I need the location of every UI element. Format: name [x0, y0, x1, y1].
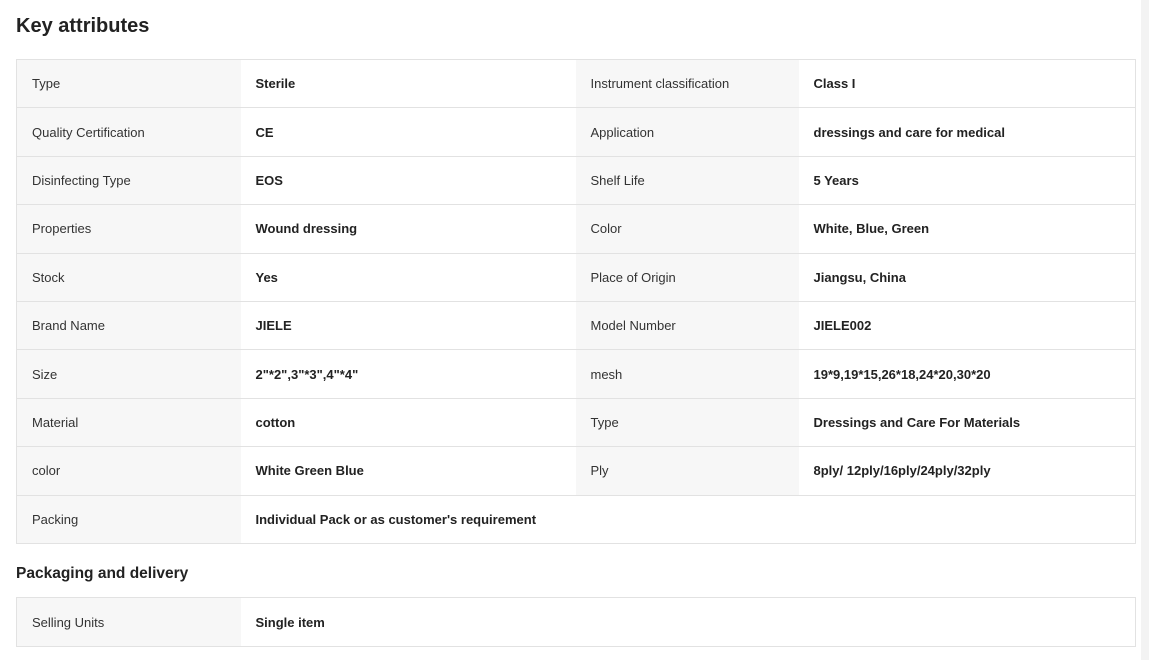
- attribute-label: Disinfecting Type: [16, 155, 241, 206]
- page-scroll-rail: [1141, 0, 1149, 660]
- attribute-label: Place of Origin: [575, 252, 799, 302]
- attribute-label: Shelf Life: [575, 155, 799, 206]
- attribute-label: Selling Units: [16, 597, 241, 647]
- table-row: Type Sterile Instrument classification C…: [16, 58, 1136, 109]
- table-row: Disinfecting Type EOS Shelf Life 5 Years: [16, 155, 1136, 206]
- table-row: Packing Individual Pack or as customer's…: [16, 494, 1136, 544]
- attribute-value: Sterile: [240, 58, 576, 109]
- attribute-value: Yes: [240, 252, 576, 302]
- attribute-value: 8ply/ 12ply/16ply/24ply/32ply: [798, 446, 1136, 496]
- attribute-label: Ply: [575, 446, 799, 496]
- table-row: Stock Yes Place of Origin Jiangsu, China: [16, 252, 1136, 302]
- table-row: Properties Wound dressing Color White, B…: [16, 204, 1136, 254]
- attribute-label: Instrument classification: [575, 58, 799, 109]
- attribute-value: Jiangsu, China: [798, 252, 1136, 302]
- attribute-value: dressings and care for medical: [798, 107, 1136, 157]
- attribute-value: cotton: [240, 397, 576, 448]
- packaging-title: Packaging and delivery: [16, 565, 189, 582]
- packaging-table: Selling Units Single item: [16, 597, 1137, 647]
- attribute-label: Application: [575, 107, 799, 157]
- table-row: Material cotton Type Dressings and Care …: [16, 397, 1136, 448]
- key-attributes-table: Type Sterile Instrument classification C…: [16, 58, 1136, 544]
- attribute-value: JIELE: [240, 300, 576, 351]
- attribute-label: Brand Name: [16, 300, 241, 351]
- attribute-value: 19*9,19*15,26*18,24*20,30*20: [798, 349, 1136, 399]
- attribute-label: Packing: [16, 494, 241, 544]
- table-row: color White Green Blue Ply 8ply/ 12ply/1…: [16, 446, 1136, 496]
- key-attributes-title: Key attributes: [16, 15, 150, 37]
- attribute-label: mesh: [575, 349, 799, 399]
- attribute-label: Properties: [16, 204, 241, 254]
- attribute-value: EOS: [240, 155, 576, 206]
- attribute-value: Dressings and Care For Materials: [798, 397, 1136, 448]
- table-row: Brand Name JIELE Model Number JIELE002: [16, 300, 1136, 351]
- attribute-label: Stock: [16, 252, 241, 302]
- attribute-value: White, Blue, Green: [798, 204, 1136, 254]
- attribute-value: Wound dressing: [240, 204, 576, 254]
- attribute-label: Size: [16, 349, 241, 399]
- attribute-label: Type: [16, 58, 241, 109]
- attribute-label: Type: [575, 397, 799, 448]
- attribute-label: Model Number: [575, 300, 799, 351]
- attribute-value: JIELE002: [798, 300, 1136, 351]
- table-row: Selling Units Single item: [16, 597, 1137, 647]
- attribute-value: Single item: [240, 597, 1137, 647]
- product-attributes-panel: Key attributes Type Sterile Instrument c…: [16, 0, 1137, 647]
- attribute-value: Individual Pack or as customer's require…: [240, 494, 1136, 544]
- attribute-label: Quality Certification: [16, 107, 241, 157]
- attribute-value: CE: [240, 107, 576, 157]
- table-row: Size 2"*2",3"*3",4"*4" mesh 19*9,19*15,2…: [16, 349, 1136, 399]
- attribute-value: 2"*2",3"*3",4"*4": [240, 349, 576, 399]
- attribute-label: Color: [575, 204, 799, 254]
- attribute-value: Class I: [798, 58, 1136, 109]
- attribute-value: White Green Blue: [240, 446, 576, 496]
- attribute-label: color: [16, 446, 241, 496]
- attribute-value: 5 Years: [798, 155, 1136, 206]
- attribute-label: Material: [16, 397, 241, 448]
- table-row: Quality Certification CE Application dre…: [16, 107, 1136, 157]
